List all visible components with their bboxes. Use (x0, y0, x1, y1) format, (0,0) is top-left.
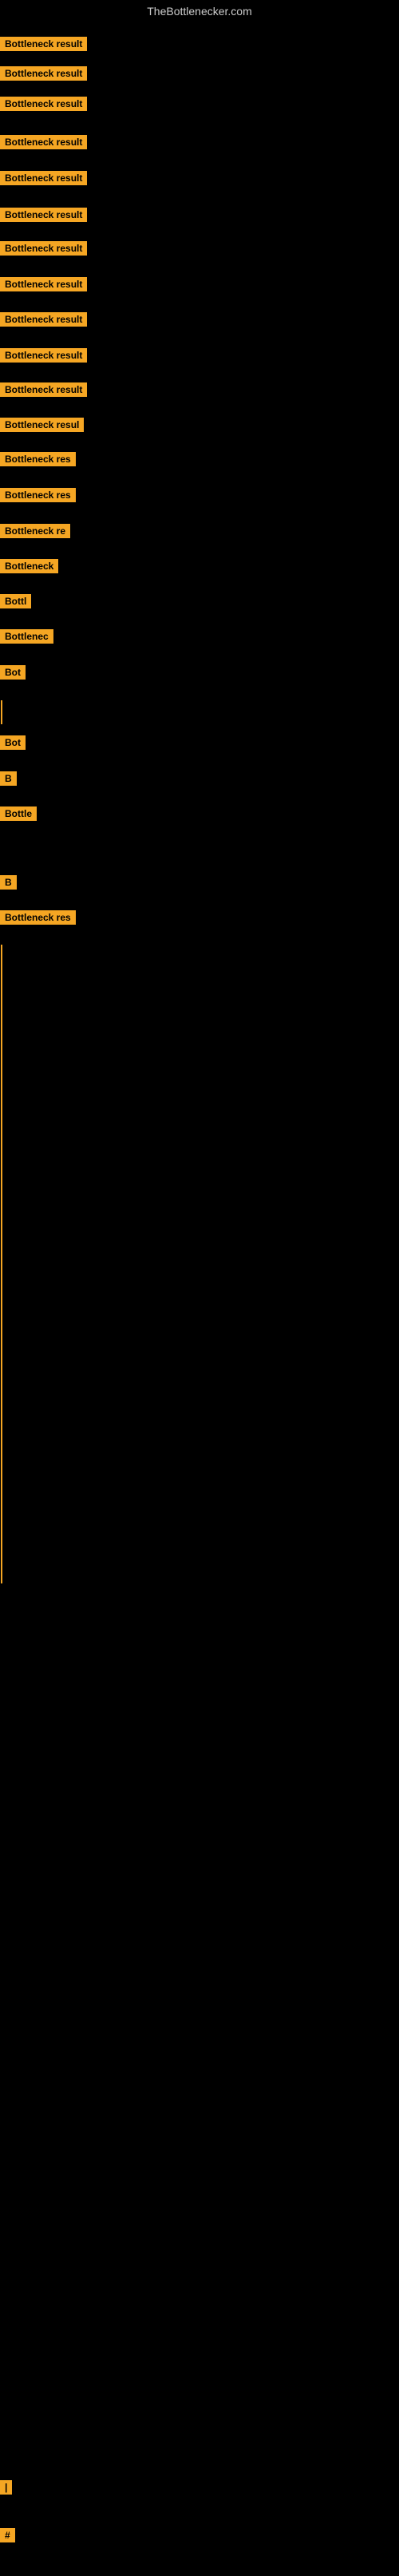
badge-label-6: Bottleneck result (0, 208, 87, 222)
badge-label-12: Bottleneck resul (0, 418, 84, 432)
bottleneck-result-badge-24[interactable]: Bottleneck res (0, 910, 76, 925)
badge-label-25: | (0, 2480, 12, 2495)
bottleneck-result-badge-10[interactable]: Bottleneck result (0, 348, 87, 363)
bottleneck-result-badge-26[interactable]: # (0, 2528, 15, 2542)
badge-label-13: Bottleneck res (0, 452, 76, 466)
bottleneck-result-badge-11[interactable]: Bottleneck result (0, 382, 87, 397)
badge-label-24: Bottleneck res (0, 910, 76, 925)
badge-label-5: Bottleneck result (0, 171, 87, 185)
badge-label-19: Bot (0, 665, 26, 680)
badge-label-23: B (0, 875, 17, 890)
vertical-line-2 (1, 945, 2, 1583)
badge-label-11: Bottleneck result (0, 382, 87, 397)
badge-label-22: Bottle (0, 806, 37, 821)
badge-label-4: Bottleneck result (0, 135, 87, 149)
bottleneck-result-badge-2[interactable]: Bottleneck result (0, 66, 87, 81)
bottleneck-result-badge-15[interactable]: Bottleneck re (0, 524, 70, 538)
badge-label-20: Bot (0, 735, 26, 750)
badge-label-18: Bottlenec (0, 629, 53, 644)
bottleneck-result-badge-3[interactable]: Bottleneck result (0, 97, 87, 111)
vertical-line-1 (1, 700, 2, 724)
bottleneck-result-badge-12[interactable]: Bottleneck resul (0, 418, 84, 432)
bottleneck-result-badge-7[interactable]: Bottleneck result (0, 241, 87, 256)
bottleneck-result-badge-23[interactable]: B (0, 875, 17, 890)
bottleneck-result-badge-6[interactable]: Bottleneck result (0, 208, 87, 222)
bottleneck-result-badge-14[interactable]: Bottleneck res (0, 488, 76, 502)
badge-label-21: B (0, 771, 17, 786)
bottleneck-result-badge-4[interactable]: Bottleneck result (0, 135, 87, 149)
badge-label-9: Bottleneck result (0, 312, 87, 327)
bottleneck-result-badge-22[interactable]: Bottle (0, 806, 37, 821)
badge-label-2: Bottleneck result (0, 66, 87, 81)
badge-label-7: Bottleneck result (0, 241, 87, 256)
badge-label-8: Bottleneck result (0, 277, 87, 291)
badge-label-15: Bottleneck re (0, 524, 70, 538)
bottleneck-result-badge-13[interactable]: Bottleneck res (0, 452, 76, 466)
bottleneck-result-badge-17[interactable]: Bottl (0, 594, 31, 608)
bottleneck-result-badge-20[interactable]: Bot (0, 735, 26, 750)
bottleneck-result-badge-1[interactable]: Bottleneck result (0, 37, 87, 51)
badge-label-3: Bottleneck result (0, 97, 87, 111)
badge-label-14: Bottleneck res (0, 488, 76, 502)
badge-label-16: Bottleneck (0, 559, 58, 573)
badge-label-10: Bottleneck result (0, 348, 87, 363)
bottleneck-result-badge-25[interactable]: | (0, 2480, 12, 2495)
badge-label-17: Bottl (0, 594, 31, 608)
site-title: TheBottlenecker.com (0, 0, 399, 21)
bottleneck-result-badge-5[interactable]: Bottleneck result (0, 171, 87, 185)
badge-label-1: Bottleneck result (0, 37, 87, 51)
bottleneck-result-badge-8[interactable]: Bottleneck result (0, 277, 87, 291)
bottleneck-result-badge-18[interactable]: Bottlenec (0, 629, 53, 644)
badge-label-26: # (0, 2528, 15, 2542)
bottleneck-result-badge-19[interactable]: Bot (0, 665, 26, 680)
bottleneck-result-badge-16[interactable]: Bottleneck (0, 559, 58, 573)
bottleneck-result-badge-9[interactable]: Bottleneck result (0, 312, 87, 327)
bottleneck-result-badge-21[interactable]: B (0, 771, 17, 786)
